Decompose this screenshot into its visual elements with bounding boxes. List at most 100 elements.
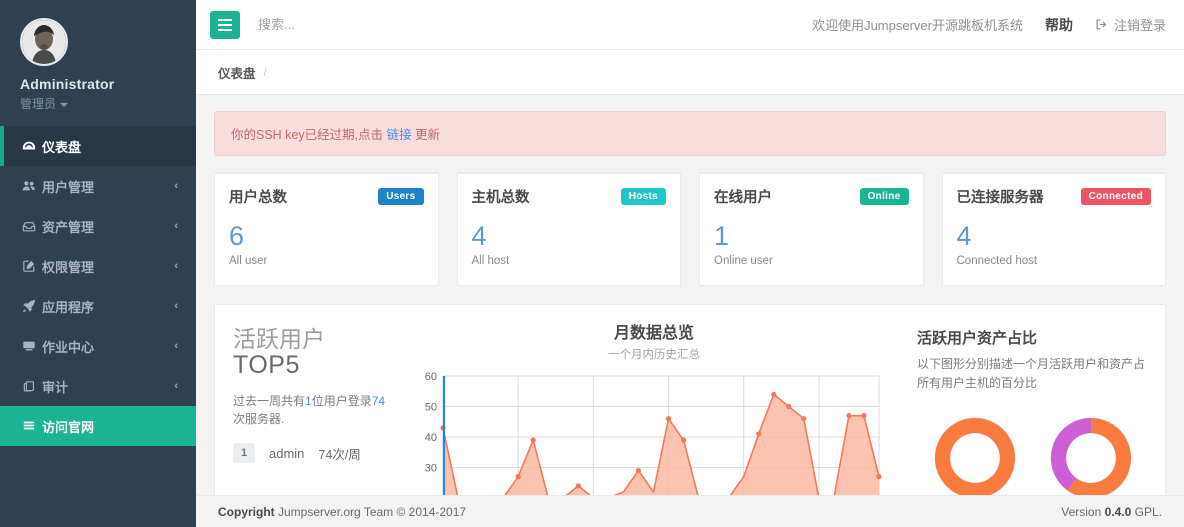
status-badge: Connected <box>1080 188 1151 205</box>
card-title: 主机总数 <box>471 190 530 206</box>
breadcrumb-separator: / <box>263 65 267 79</box>
sidebar-item-official-site[interactable]: 访问官网 <box>0 406 196 446</box>
top5-desc-part3: 次服务器. <box>233 412 285 427</box>
logout-button[interactable]: 注销登录 <box>1095 15 1166 34</box>
breadcrumb-item[interactable]: 仪表盘 <box>218 63 256 82</box>
top5-description: 过去一周共有1位用户登录74 次服务器. <box>233 392 393 429</box>
status-badge: Hosts <box>620 188 666 205</box>
card-header: 用户总数 Users <box>215 174 438 217</box>
stat-card-connected-hosts: 已连接服务器 Connected 4 Connected host <box>941 172 1166 287</box>
top5-desc-part1: 过去一周共有 <box>233 393 306 408</box>
users-icon <box>22 179 42 193</box>
chevron-left-icon: ‹ <box>174 260 178 272</box>
box-icon <box>22 219 42 233</box>
card-header: 已连接服务器 Connected <box>943 174 1166 217</box>
stat-card-online-users: 在线用户 Online 1 Online user <box>699 172 924 287</box>
avatar[interactable] <box>20 18 68 66</box>
donut-section: 活跃用户资产占比 以下图形分别描述一个月活跃用户和资产占所有用户主机的百分比 <box>903 305 1165 527</box>
rank-badge: 1 <box>233 443 255 464</box>
chart-subtitle: 一个月内历史汇总 <box>608 349 700 362</box>
card-value: 4 <box>471 221 487 251</box>
card-title: 用户总数 <box>229 190 287 206</box>
top5-desc-times: 74 <box>371 393 386 408</box>
card-subtitle: All user <box>229 255 268 268</box>
svg-text:30: 30 <box>425 463 437 475</box>
content-area: 欢迎使用Jumpserver开源跳板机系统 帮助 注销登录 仪表盘 / 你的SS… <box>196 0 1184 527</box>
card-header: 主机总数 Hosts <box>458 174 681 217</box>
donut-section-description: 以下图形分别描述一个月活跃用户和资产占所有用户主机的百分比 <box>917 357 1146 390</box>
sidebar-item-user-management[interactable]: 用户管理 ‹ <box>0 166 196 206</box>
sidebar-item-permission-management[interactable]: 权限管理 ‹ <box>0 246 196 286</box>
footer-copyright: Copyright Jumpserver.org Team © 2014-201… <box>218 505 466 519</box>
chevron-left-icon: ‹ <box>174 180 178 192</box>
chevron-left-icon: ‹ <box>174 300 178 312</box>
hamburger-icon-bar <box>218 28 232 31</box>
sidebar-item-label: 审计 <box>42 379 69 395</box>
donut-charts <box>917 406 1149 506</box>
footer-version: Version 0.4.0 GPL. <box>1061 505 1162 519</box>
area-chart[interactable]: 30 40 50 60 <box>415 370 893 503</box>
donut-chart-active-users[interactable] <box>925 406 1025 506</box>
footer-copyright-bold: Copyright <box>218 504 275 519</box>
status-badge: Users <box>378 188 424 205</box>
sidebar-item-job-center[interactable]: 作业中心 ‹ <box>0 326 196 366</box>
help-link[interactable]: 帮助 <box>1045 15 1073 35</box>
sidebar-item-label: 仪表盘 <box>42 139 82 155</box>
user-avatar-photo-icon <box>22 20 66 64</box>
sidebar-item-asset-management[interactable]: 资产管理 ‹ <box>0 206 196 246</box>
rocket-icon <box>22 299 42 313</box>
sidebar-item-dashboard[interactable]: 仪表盘 <box>0 126 196 166</box>
breadcrumb: 仪表盘 / <box>196 50 1184 95</box>
version-number: 0.4.0 <box>1104 504 1132 519</box>
card-value: 6 <box>229 221 245 251</box>
top5-desc-part2: 位用户登录 <box>311 393 372 408</box>
top5-section: 活跃用户 TOP5 过去一周共有1位用户登录74次服务器. 1 admin 74… <box>215 305 411 527</box>
dashboard-icon <box>22 139 42 153</box>
top5-title-line1: 活跃用户 <box>233 326 325 353</box>
profile-role-label: 管理员 <box>20 97 57 111</box>
search-input[interactable] <box>258 17 438 32</box>
sidebar-item-label: 应用程序 <box>42 299 95 315</box>
donut-chart-active-assets[interactable] <box>1041 406 1141 506</box>
list-item[interactable]: 1 admin 74次/周 <box>233 443 393 464</box>
sign-out-icon <box>1095 18 1108 31</box>
edit-square-icon <box>22 259 42 273</box>
hamburger-icon-bar <box>218 23 232 26</box>
card-subtitle: Online user <box>714 255 773 268</box>
svg-text:40: 40 <box>425 432 437 444</box>
month-overview-chart-section: 月数据总览 一个月内历史汇总 30 40 50 60 <box>411 305 903 527</box>
alert-text-after: 更新 <box>411 128 441 142</box>
card-body: 4 Connected host <box>943 217 1166 285</box>
sidebar-item-audit[interactable]: 审计 ‹ <box>0 366 196 406</box>
footer-copyright-text: Jumpserver.org Team © 2014-2017 <box>274 504 467 519</box>
sidebar-item-applications[interactable]: 应用程序 ‹ <box>0 286 196 326</box>
hamburger-icon-bar <box>218 18 232 21</box>
chevron-left-icon: ‹ <box>174 220 178 232</box>
card-body: 4 All host <box>458 217 681 285</box>
sidebar-nav: 仪表盘 用户管理 ‹ 资产管理 ‹ 权限管理 ‹ 应用程序 ‹ 作业中心 ‹ 审… <box>0 126 196 446</box>
chevron-left-icon: ‹ <box>174 380 178 392</box>
sidebar-item-label: 作业中心 <box>42 339 95 355</box>
chevron-left-icon: ‹ <box>174 340 178 352</box>
topbar-right: 欢迎使用Jumpserver开源跳板机系统 帮助 注销登录 <box>812 15 1166 35</box>
sidebar-item-label: 权限管理 <box>42 259 95 275</box>
stat-card-hosts: 主机总数 Hosts 4 All host <box>456 172 681 287</box>
sidebar-item-label: 资产管理 <box>42 219 95 235</box>
logout-label: 注销登录 <box>1113 18 1166 33</box>
alert-link[interactable]: 链接 <box>387 128 412 142</box>
list-icon <box>22 419 42 433</box>
version-suffix: GPL. <box>1131 504 1162 519</box>
welcome-message: 欢迎使用Jumpserver开源跳板机系统 <box>812 18 1023 33</box>
menu-toggle-button[interactable] <box>210 10 240 39</box>
top5-username: admin <box>269 445 305 461</box>
terminal-icon <box>22 339 42 353</box>
card-value: 4 <box>956 221 972 251</box>
card-title: 在线用户 <box>714 190 772 206</box>
profile-role[interactable]: 管理员 <box>20 95 176 112</box>
sidebar-profile: Administrator 管理员 <box>0 0 196 126</box>
card-subtitle: All host <box>471 255 510 268</box>
footer: Copyright Jumpserver.org Team © 2014-201… <box>196 495 1184 527</box>
sidebar: Administrator 管理员 仪表盘 用户管理 ‹ 资产管理 ‹ 权限管理… <box>0 0 196 527</box>
overview-panel: 活跃用户 TOP5 过去一周共有1位用户登录74次服务器. 1 admin 74… <box>214 304 1166 527</box>
app-root: Administrator 管理员 仪表盘 用户管理 ‹ 资产管理 ‹ 权限管理… <box>0 0 1184 527</box>
